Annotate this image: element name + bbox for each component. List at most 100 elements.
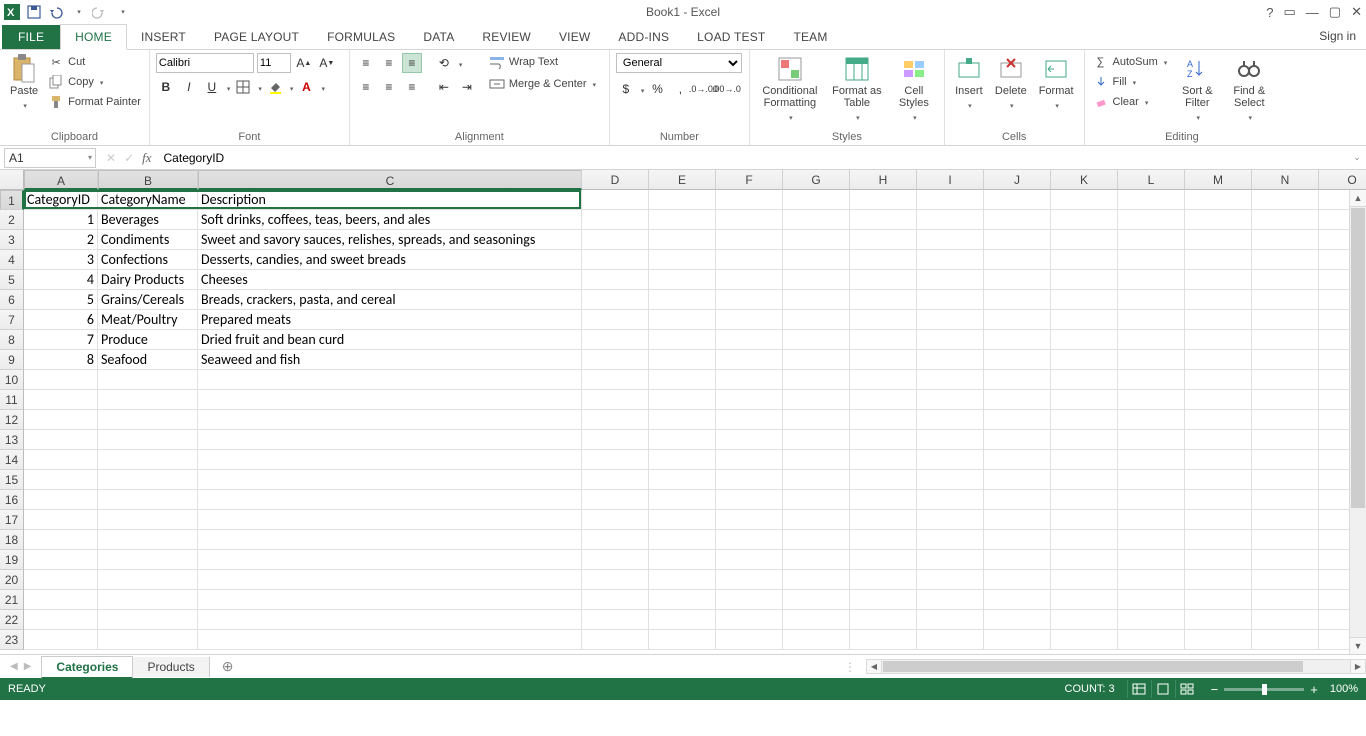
cell[interactable] bbox=[1252, 630, 1319, 650]
align-bottom-icon[interactable]: ≡ bbox=[402, 53, 422, 73]
page-break-view-icon[interactable] bbox=[1175, 680, 1199, 698]
cell[interactable] bbox=[649, 270, 716, 290]
cell[interactable] bbox=[198, 630, 582, 650]
cell[interactable] bbox=[582, 630, 649, 650]
cell[interactable] bbox=[850, 530, 917, 550]
cell[interactable] bbox=[1252, 510, 1319, 530]
cell[interactable] bbox=[984, 250, 1051, 270]
cell[interactable] bbox=[1252, 530, 1319, 550]
cell[interactable] bbox=[917, 290, 984, 310]
cell[interactable] bbox=[582, 430, 649, 450]
row-header[interactable]: 21 bbox=[0, 590, 24, 610]
cell[interactable] bbox=[582, 210, 649, 230]
cell[interactable] bbox=[1252, 270, 1319, 290]
cell[interactable] bbox=[1252, 230, 1319, 250]
cell[interactable] bbox=[582, 590, 649, 610]
cell[interactable] bbox=[198, 450, 582, 470]
cell[interactable] bbox=[1185, 610, 1252, 630]
cell[interactable] bbox=[649, 370, 716, 390]
wrap-text-button[interactable]: Wrap Text bbox=[487, 53, 598, 71]
cell[interactable] bbox=[1118, 470, 1185, 490]
cell[interactable] bbox=[582, 570, 649, 590]
cell[interactable]: CategoryName bbox=[98, 190, 198, 210]
cell[interactable] bbox=[850, 510, 917, 530]
cell[interactable] bbox=[917, 430, 984, 450]
cell[interactable] bbox=[24, 470, 98, 490]
cell[interactable] bbox=[850, 550, 917, 570]
cell[interactable] bbox=[984, 490, 1051, 510]
row-header[interactable]: 17 bbox=[0, 510, 24, 530]
cell[interactable] bbox=[783, 290, 850, 310]
tab-data[interactable]: DATA bbox=[409, 25, 468, 49]
cell[interactable] bbox=[1252, 550, 1319, 570]
cell[interactable] bbox=[716, 370, 783, 390]
cell[interactable] bbox=[1252, 370, 1319, 390]
cell[interactable] bbox=[783, 210, 850, 230]
row-header[interactable]: 15 bbox=[0, 470, 24, 490]
cell[interactable] bbox=[649, 590, 716, 610]
merge-center-button[interactable]: Merge & Center bbox=[487, 75, 598, 93]
cell[interactable] bbox=[98, 630, 198, 650]
font-color-dropdown[interactable] bbox=[319, 80, 325, 94]
cell[interactable]: 8 bbox=[24, 350, 98, 370]
cell[interactable] bbox=[850, 470, 917, 490]
cell[interactable] bbox=[917, 630, 984, 650]
cell[interactable] bbox=[716, 310, 783, 330]
cell[interactable] bbox=[984, 390, 1051, 410]
sheet-tab-categories[interactable]: Categories bbox=[41, 656, 133, 679]
cell[interactable] bbox=[850, 410, 917, 430]
autosum-button[interactable]: ∑AutoSum bbox=[1091, 53, 1170, 71]
underline-button[interactable]: U bbox=[202, 77, 222, 97]
cell[interactable] bbox=[649, 330, 716, 350]
align-right-icon[interactable]: ≡ bbox=[402, 77, 422, 97]
cell[interactable]: Cheeses bbox=[198, 270, 582, 290]
cell[interactable] bbox=[783, 490, 850, 510]
cell[interactable] bbox=[198, 590, 582, 610]
cell[interactable] bbox=[1252, 210, 1319, 230]
cell[interactable] bbox=[783, 470, 850, 490]
cell[interactable] bbox=[783, 430, 850, 450]
undo-dropdown[interactable] bbox=[70, 4, 86, 20]
cell[interactable] bbox=[1051, 210, 1118, 230]
column-header[interactable]: C bbox=[198, 170, 582, 190]
cell[interactable] bbox=[850, 370, 917, 390]
scroll-up-icon[interactable]: ▲ bbox=[1350, 190, 1366, 207]
cell[interactable] bbox=[1252, 610, 1319, 630]
cell[interactable] bbox=[783, 370, 850, 390]
cell[interactable] bbox=[850, 230, 917, 250]
row-header[interactable]: 22 bbox=[0, 610, 24, 630]
borders-button[interactable] bbox=[233, 77, 253, 97]
cell[interactable] bbox=[783, 270, 850, 290]
cell[interactable] bbox=[850, 210, 917, 230]
cell[interactable]: Produce bbox=[98, 330, 198, 350]
comma-format-icon[interactable]: , bbox=[670, 79, 690, 99]
accounting-format-icon[interactable]: $ bbox=[616, 79, 636, 99]
qat-customize[interactable] bbox=[114, 4, 130, 20]
cell[interactable]: Dairy Products bbox=[98, 270, 198, 290]
cell[interactable] bbox=[98, 450, 198, 470]
cell[interactable] bbox=[716, 250, 783, 270]
fill-color-button[interactable] bbox=[265, 77, 285, 97]
cell[interactable] bbox=[1051, 350, 1118, 370]
paste-button[interactable]: Paste bbox=[6, 53, 42, 113]
column-header[interactable]: M bbox=[1185, 170, 1252, 190]
cell[interactable] bbox=[1118, 390, 1185, 410]
cell[interactable] bbox=[783, 630, 850, 650]
cell[interactable] bbox=[98, 510, 198, 530]
undo-icon[interactable] bbox=[48, 4, 64, 20]
cell[interactable] bbox=[1185, 390, 1252, 410]
cell[interactable]: Condiments bbox=[98, 230, 198, 250]
cell[interactable] bbox=[984, 610, 1051, 630]
font-size-input[interactable] bbox=[257, 53, 291, 73]
row-header[interactable]: 9 bbox=[0, 350, 24, 370]
cell[interactable] bbox=[1185, 190, 1252, 210]
row-header[interactable]: 1 bbox=[0, 190, 24, 210]
column-header[interactable]: H bbox=[850, 170, 917, 190]
cell[interactable] bbox=[1051, 590, 1118, 610]
cell[interactable]: CategoryID bbox=[24, 190, 98, 210]
cell[interactable] bbox=[649, 530, 716, 550]
cell[interactable] bbox=[1118, 310, 1185, 330]
cell[interactable] bbox=[850, 590, 917, 610]
cell[interactable] bbox=[198, 470, 582, 490]
cell[interactable] bbox=[1118, 450, 1185, 470]
